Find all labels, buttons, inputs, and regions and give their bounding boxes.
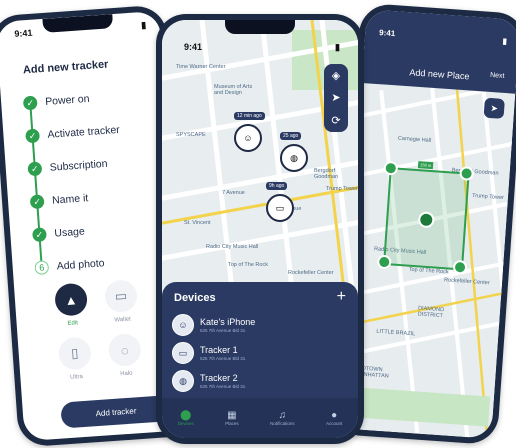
page-title: Add new tracker [22, 58, 109, 77]
tracker-icon: ▭ [275, 202, 285, 213]
layers-icon[interactable]: ◈ [332, 69, 340, 82]
device-pin[interactable]: ▭ [266, 194, 294, 222]
map-label: St. Vincent [184, 220, 211, 226]
map-label: Rockefeller Center [288, 270, 334, 276]
photo-option-label: Ultra [69, 374, 84, 381]
map-label: Top of The Rock [228, 262, 268, 268]
user-icon: ● [331, 410, 338, 421]
status-time: 9:41 [184, 42, 203, 52]
check-icon: ✓ [22, 95, 38, 111]
map-label: Museum of Arts and Design [214, 84, 253, 96]
photo-option-label: Halo [120, 370, 133, 378]
notch [225, 20, 295, 34]
pin-time-tag: 12 min ago [234, 112, 265, 120]
tab-notifications[interactable]: ♫ Notifications [270, 410, 295, 426]
map-label: Bergdorf Goodman [314, 168, 339, 180]
map-label: Radio City Music Hall [206, 244, 259, 250]
step-power-on: ✓ Power on [22, 92, 90, 111]
photo-option-label: Wallet [114, 316, 132, 324]
step-label: Usage [54, 225, 86, 240]
step-name-it: ✓ Name it [29, 191, 89, 210]
pin-time-tag: 9h ago [266, 182, 288, 190]
map-label: SPYSCAPE [176, 132, 206, 138]
device-row[interactable]: ▭ Tracker 1 525 7th Avenue Bld 31 [172, 342, 245, 364]
photo-option-ultra[interactable]: ▯ [57, 336, 92, 371]
device-address: 525 7th Avenue Bld 31 [200, 356, 246, 361]
step-label: Subscription [49, 157, 108, 174]
tab-label: Places [225, 421, 239, 426]
wallet-icon: ▭ [114, 287, 128, 304]
step-activate-tracker: ✓ Activate tracker [25, 123, 120, 144]
tab-label: Account [326, 421, 343, 426]
map-controls: ◈ ➤ ⟳ [324, 64, 348, 132]
header: Add new Place Next [361, 9, 516, 94]
step-label: Name it [51, 192, 89, 207]
tracker-icon: ◍ [290, 152, 298, 163]
device-address: 525 7th Avenue Bld 31 [200, 328, 246, 333]
device-row[interactable]: ☺ Kate's iPhone 525 7th Avenue Bld 31 [172, 314, 255, 336]
map-label: 7 Avenue [222, 190, 245, 196]
device-pin[interactable]: ◍ [280, 144, 308, 172]
navigate-icon[interactable]: ➤ [331, 91, 340, 104]
step-label: Add photo [56, 257, 105, 273]
bell-icon: ♫ [278, 410, 287, 421]
status-bar: 9:41 ▮ [184, 42, 340, 53]
rocket-icon: ▲ [64, 291, 79, 308]
tab-label: Devices [177, 421, 194, 426]
devices-title: Devices [174, 292, 216, 304]
step-label: Activate tracker [47, 123, 121, 141]
step-add-photo: 6 Add photo [34, 256, 105, 276]
middle-phone: Time Warner Center Museum of Arts and De… [156, 14, 364, 444]
tab-places[interactable]: ▦ Places [225, 410, 239, 426]
tab-bar: ⬤ Devices ▦ Places ♫ Notifications ● Acc… [162, 398, 358, 438]
device-address: 525 7th Avenue Bld 31 [200, 384, 246, 389]
device-row[interactable]: ◍ Tracker 2 525 7th Avenue Bld 31 [172, 370, 245, 392]
check-icon: ✓ [25, 128, 41, 144]
photo-option-edit[interactable]: ▲ [54, 282, 89, 317]
device-name: Kate's iPhone [200, 317, 256, 327]
step-usage: ✓ Usage [32, 225, 85, 243]
add-device-button[interactable]: + [337, 288, 346, 306]
check-icon: ✓ [29, 194, 45, 210]
avatar: ☺ [172, 314, 194, 336]
tab-label: Notifications [270, 421, 295, 426]
tracker-icon: ◍ [172, 370, 194, 392]
devices-screen: Time Warner Center Museum of Arts and De… [162, 20, 358, 438]
next-button[interactable]: Next [490, 72, 505, 80]
avatar: ☺ [243, 133, 253, 143]
step-number: 6 [34, 260, 50, 276]
tab-devices[interactable]: ⬤ Devices [178, 410, 194, 426]
status-time: 9:41 [378, 28, 396, 39]
photo-option-wallet[interactable]: ▭ [103, 279, 139, 314]
check-icon: ✓ [27, 161, 43, 177]
tab-account[interactable]: ● Account [326, 410, 342, 426]
step-subscription: ✓ Subscription [27, 157, 108, 177]
building-icon: ▦ [227, 410, 237, 421]
refresh-icon[interactable]: ⟳ [331, 114, 340, 127]
map-label: Trump Tower [326, 186, 358, 192]
battery-icon: ▮ [335, 42, 340, 52]
check-icon: ✓ [32, 227, 47, 243]
device-name: Tracker 2 [200, 373, 238, 383]
battery-icon: ▮ [502, 36, 508, 46]
pin-time-tag: 25 ago [280, 132, 302, 140]
status-time: 9:41 [14, 27, 33, 39]
location-icon: ⬤ [180, 410, 192, 421]
tracker-icon: ▭ [172, 342, 194, 364]
step-label: Power on [44, 92, 90, 108]
add-place-screen: Carnegie Hall Bergdorf Goodman Trump Tow… [337, 9, 516, 439]
photo-option-halo[interactable]: ◌ [107, 332, 142, 368]
area-size-tag: 150 m [417, 161, 434, 170]
battery-icon: ▮ [140, 19, 147, 31]
device-pin[interactable]: ☺ [234, 124, 262, 152]
navigate-icon[interactable]: ➤ [483, 97, 505, 119]
drop-icon: ◌ [120, 342, 130, 358]
device-name: Tracker 1 [200, 345, 238, 355]
map-label: Time Warner Center [176, 64, 226, 70]
photo-option-label: Edit [67, 320, 79, 327]
phone-icon: ▯ [70, 345, 79, 361]
